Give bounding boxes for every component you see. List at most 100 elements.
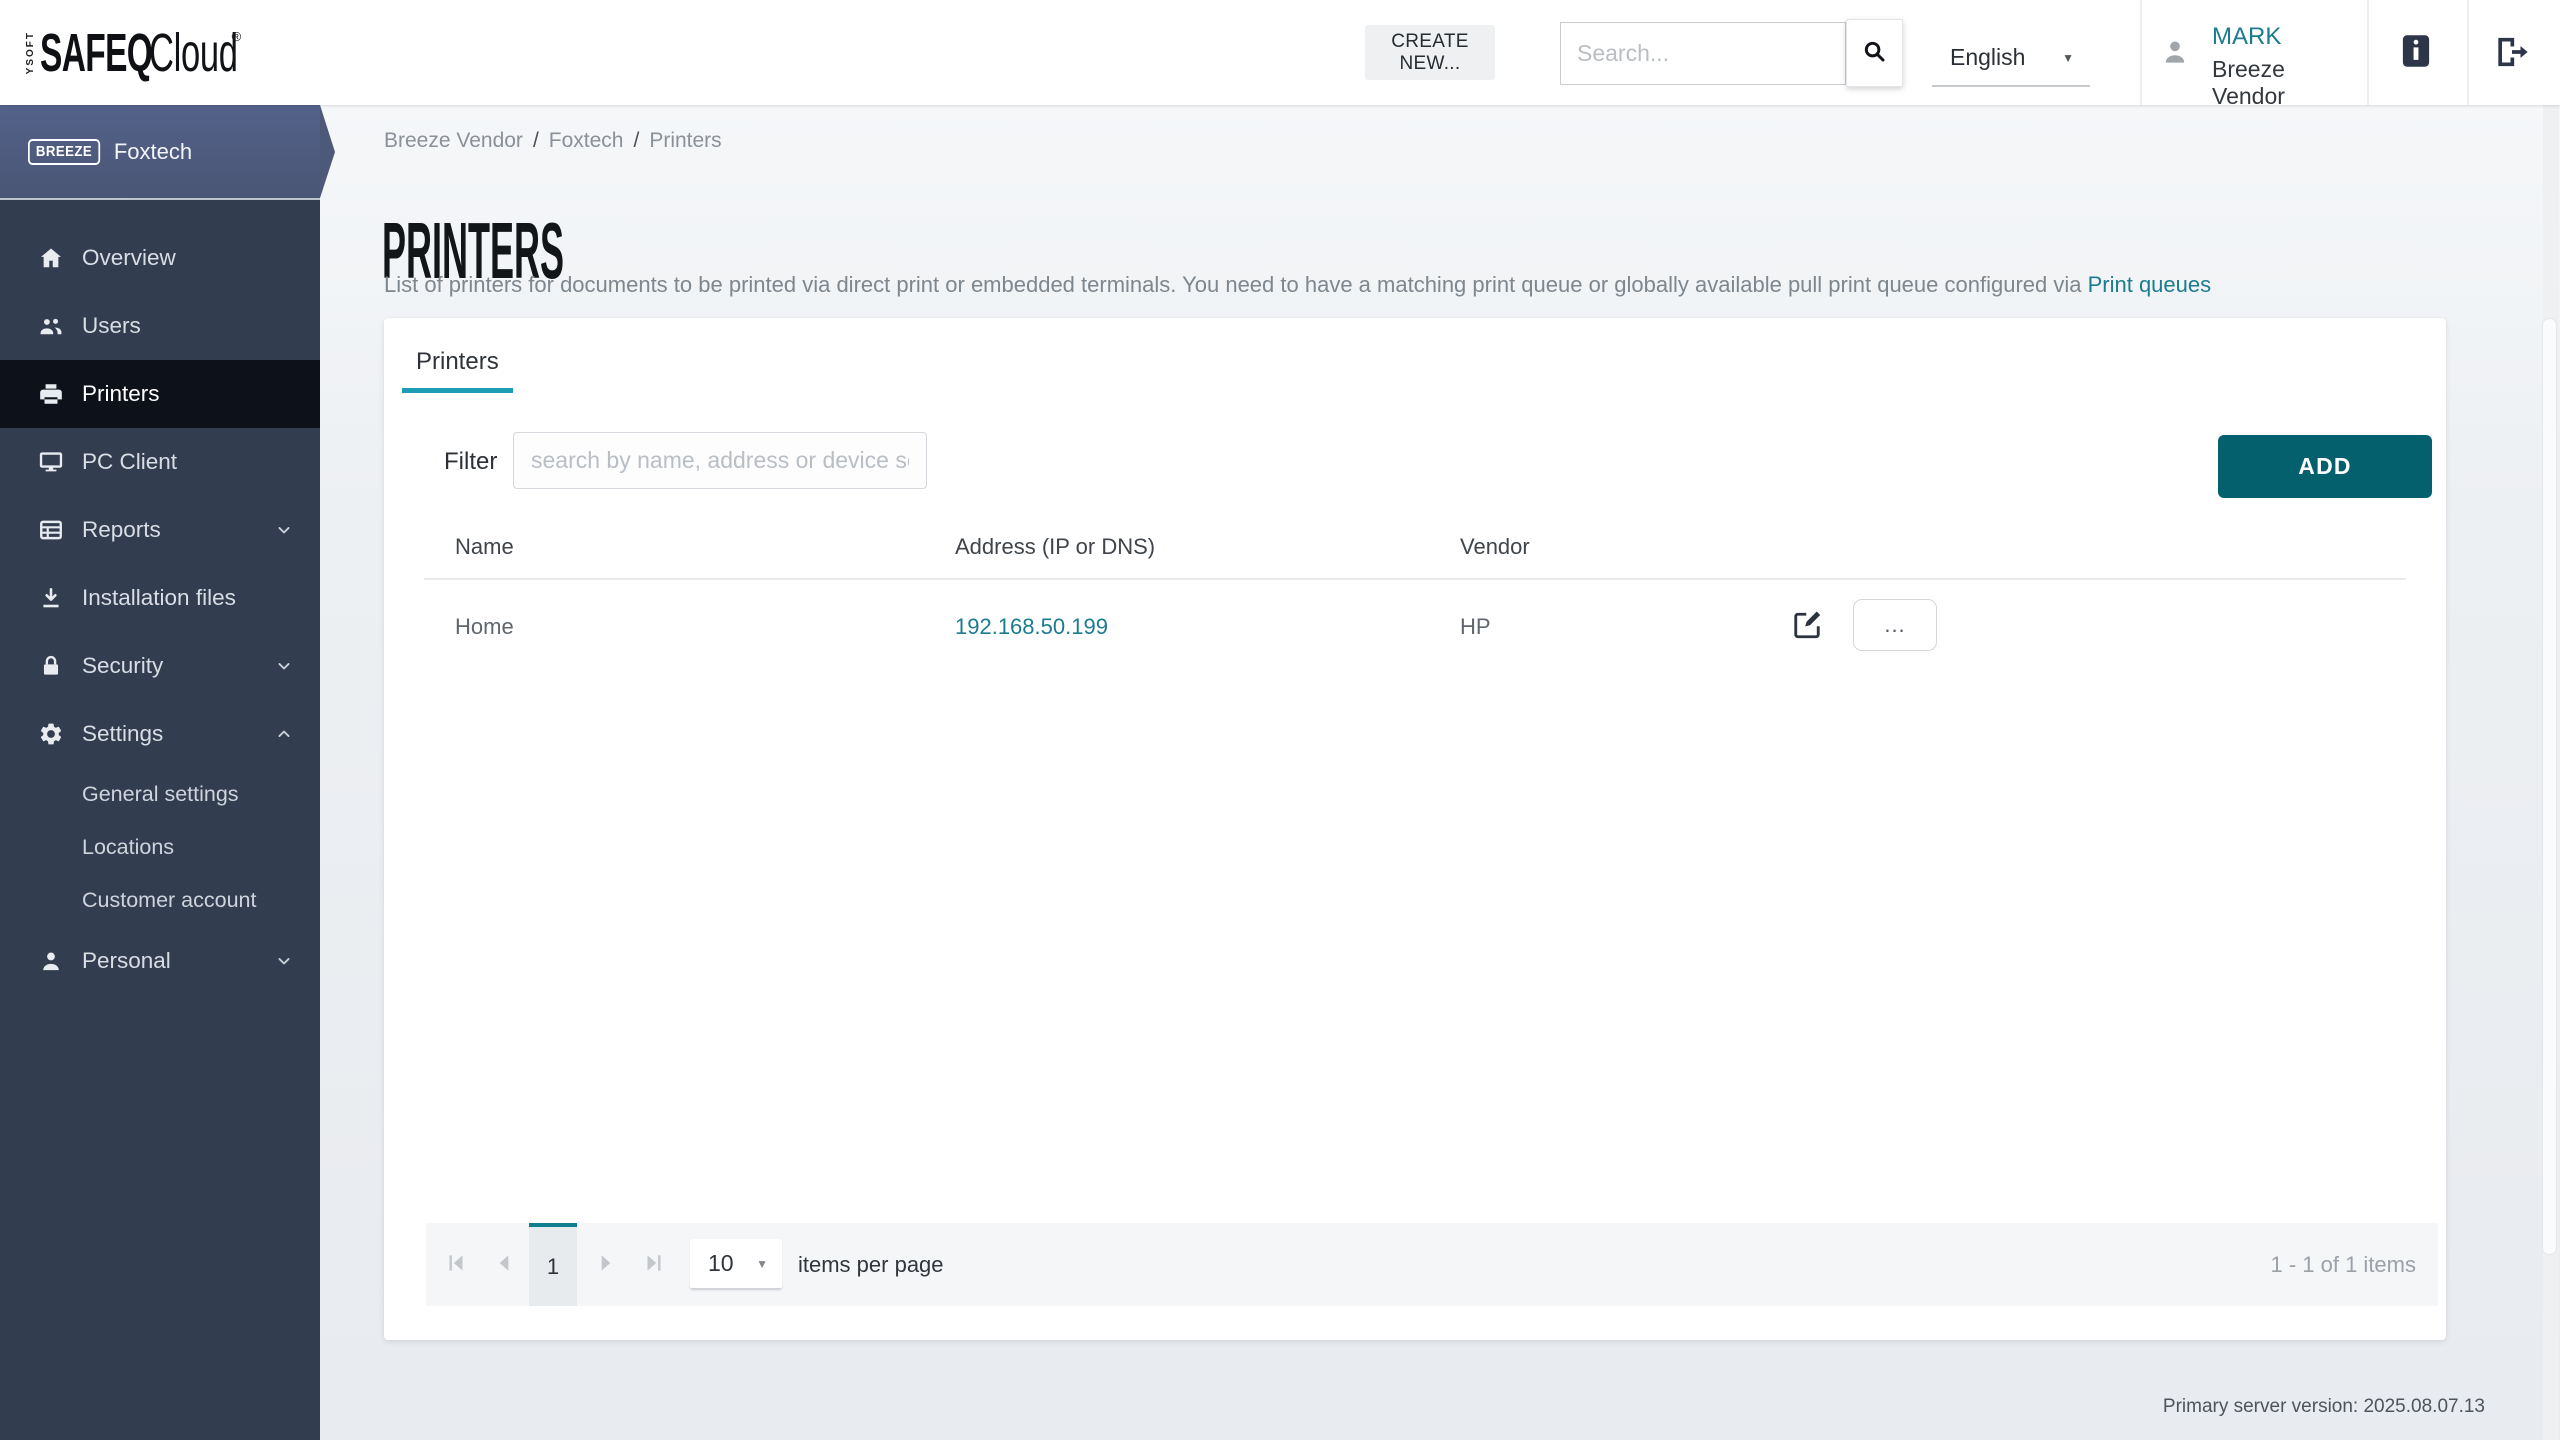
download-icon <box>38 585 64 611</box>
next-page-button[interactable] <box>586 1244 626 1284</box>
topbar-divider <box>2367 0 2369 105</box>
page-1-button[interactable]: 1 <box>529 1223 577 1306</box>
sidebar-item-label: Users <box>82 313 141 338</box>
gear-icon <box>38 721 64 747</box>
sidebar-item-label: Installation files <box>82 585 236 610</box>
help-book-icon <box>2395 35 2437 75</box>
user-account: Breeze Vendor <box>2212 56 2285 109</box>
tab-printers[interactable]: Printers <box>402 334 513 393</box>
filter-label: Filter <box>444 448 498 475</box>
items-per-page-label: items per page <box>798 1252 944 1277</box>
column-header-vendor: Vendor <box>1460 534 1530 559</box>
brand-cloud: Cloud <box>149 22 238 83</box>
sidebar-item-reports[interactable]: Reports <box>0 496 320 564</box>
first-page-button[interactable] <box>436 1244 476 1284</box>
user-name: MARK <box>2212 23 2282 50</box>
pagination-range-label: 1 - 1 of 1 items <box>2270 1252 2416 1277</box>
search-button[interactable] <box>1846 19 1903 87</box>
printer-icon <box>38 381 64 407</box>
breadcrumb-item-foxtech[interactable]: Foxtech <box>549 129 624 153</box>
page-description-text: List of printers for documents to be pri… <box>384 272 2088 297</box>
user-menu[interactable]: MARK Breeze Vendor <box>2146 0 2364 109</box>
last-page-button[interactable] <box>634 1244 674 1284</box>
caret-down-icon: ▼ <box>2062 50 2074 65</box>
sidebar-item-settings[interactable]: Settings <box>0 700 320 768</box>
print-queues-link[interactable]: Print queues <box>2088 272 2212 297</box>
chevron-up-icon <box>274 724 294 744</box>
sidebar-item-general-settings[interactable]: General settings <box>0 768 320 821</box>
brand-safeq: SAFEQ <box>40 22 153 83</box>
cell-printer-vendor: HP <box>1460 614 1491 639</box>
breadcrumb: Breeze Vendor / Foxtech / Printers <box>384 129 722 153</box>
sidebar-item-personal[interactable]: Personal <box>0 927 320 995</box>
sidebar-item-label: Personal <box>82 948 171 973</box>
sidebar-item-label: Overview <box>82 245 176 270</box>
main-content: Breeze Vendor / Foxtech / Printers PRINT… <box>320 105 2560 1440</box>
table-header-divider <box>424 578 2406 580</box>
topbar-divider <box>2467 0 2469 105</box>
next-page-icon <box>593 1254 619 1279</box>
logout-button[interactable] <box>2487 32 2533 74</box>
help-button[interactable] <box>2394 30 2438 74</box>
app-logo: YSOFT SAFEQ Cloud ® <box>25 0 242 105</box>
sidebar-item-label: Locations <box>82 835 175 859</box>
edit-printer-button[interactable] <box>1784 602 1830 648</box>
sidebar-item-label: Security <box>82 653 164 678</box>
scrollbar-thumb[interactable] <box>2542 318 2557 1255</box>
sidebar-item-installation-files[interactable]: Installation files <box>0 564 320 632</box>
chevron-down-icon <box>274 656 294 676</box>
column-header-name: Name <box>455 534 514 559</box>
sidebar-item-security[interactable]: Security <box>0 632 320 700</box>
sidebar-item-pc-client[interactable]: PC Client <box>0 428 320 496</box>
lock-icon <box>38 653 64 679</box>
server-version-label: Primary server version: 2025.08.07.13 <box>2162 1396 2485 1417</box>
home-icon <box>38 245 64 271</box>
sidebar-item-printers[interactable]: Printers <box>0 360 320 428</box>
user-icon <box>2158 35 2192 69</box>
language-label: English <box>1950 44 2026 70</box>
account-name: Foxtech <box>113 138 193 164</box>
row-more-actions-button[interactable]: ... <box>1853 599 1937 651</box>
printers-card: Printers Filter ADD Name Address (IP or … <box>384 318 2446 1340</box>
breadcrumb-item-printers[interactable]: Printers <box>649 129 721 153</box>
registered-mark: ® <box>231 29 242 44</box>
sidebar-item-label: Reports <box>82 517 161 542</box>
account-badge: BREEZE <box>28 138 101 165</box>
sidebar-item-users[interactable]: Users <box>0 292 320 360</box>
sidebar-item-label: Customer account <box>82 888 257 912</box>
page-size-value: 10 <box>708 1250 734 1276</box>
scrollbar-track[interactable] <box>2542 105 2559 1440</box>
monitor-icon <box>38 449 64 475</box>
logout-icon <box>2489 37 2531 75</box>
sidebar-item-label: PC Client <box>82 449 178 474</box>
first-page-icon <box>443 1254 469 1279</box>
chevron-down-icon <box>274 951 294 971</box>
language-select[interactable]: English ▼ <box>1932 30 2090 87</box>
topbar-divider <box>2140 0 2142 105</box>
app-root: YSOFT SAFEQ Cloud ® CREATE NEW... Englis… <box>0 0 2560 1440</box>
person-icon <box>38 948 64 974</box>
cell-printer-name: Home <box>455 614 514 639</box>
search-input[interactable] <box>1560 22 1846 85</box>
previous-page-icon <box>491 1254 517 1279</box>
account-header[interactable]: BREEZE Foxtech <box>0 105 320 198</box>
breadcrumb-separator: / <box>532 129 539 152</box>
sidebar-item-overview[interactable]: Overview <box>0 224 320 292</box>
previous-page-button[interactable] <box>484 1244 524 1284</box>
sidebar-item-label: Printers <box>82 381 160 406</box>
create-new-button[interactable]: CREATE NEW... <box>1365 25 1495 80</box>
page-size-select[interactable]: 10 ▼ <box>690 1239 782 1290</box>
topbar: YSOFT SAFEQ Cloud ® CREATE NEW... Englis… <box>0 0 2560 109</box>
printer-address-link[interactable]: 192.168.50.199 <box>955 614 1108 640</box>
page-description: List of printers for documents to be pri… <box>384 272 2211 298</box>
sidebar-item-locations[interactable]: Locations <box>0 821 320 874</box>
caret-down-icon: ▼ <box>756 1256 768 1271</box>
sidebar-nav: Overview Users Printers PC Client Report… <box>0 224 320 995</box>
filter-input[interactable] <box>513 432 927 489</box>
chevron-down-icon <box>274 520 294 540</box>
sidebar-item-customer-account[interactable]: Customer account <box>0 874 320 927</box>
pagination-bar: 1 10 ▼ items per page 1 - 1 of 1 items <box>426 1223 2438 1306</box>
sidebar-item-label: General settings <box>82 782 239 806</box>
add-button[interactable]: ADD <box>2218 435 2432 498</box>
breadcrumb-item-breeze-vendor[interactable]: Breeze Vendor <box>384 129 523 153</box>
